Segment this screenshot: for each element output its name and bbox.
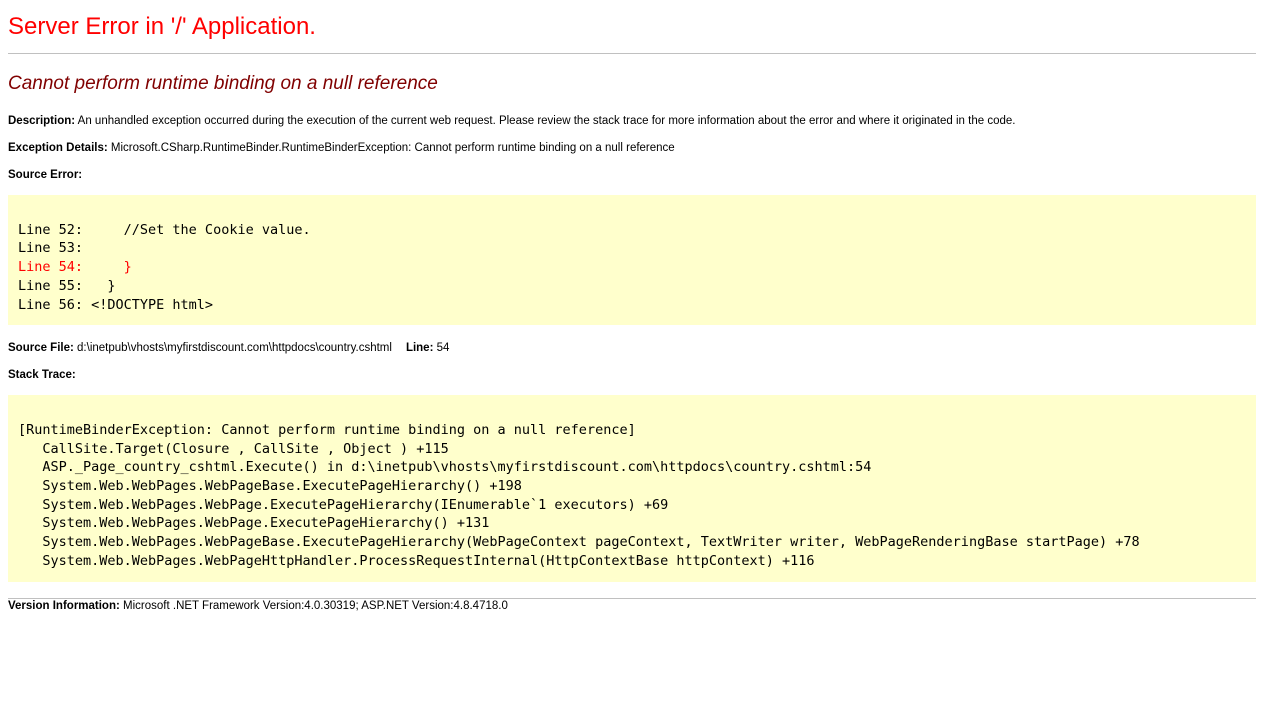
source-file-path: d:\inetpub\vhosts\myfirstdiscount.com\ht…	[77, 342, 392, 354]
stack-trace-heading: Stack Trace:	[8, 368, 1256, 382]
code-line: System.Web.WebPages.WebPage.ExecutePageH…	[18, 514, 1249, 533]
source-error-label: Source Error:	[8, 169, 82, 181]
stack-trace-box: [RuntimeBinderException: Cannot perform …	[8, 395, 1256, 581]
code-line: Line 52: //Set the Cookie value.	[18, 221, 1249, 240]
code-line: Line 56: <!DOCTYPE html>	[18, 296, 1249, 315]
code-line: System.Web.WebPages.WebPageBase.ExecuteP…	[18, 533, 1249, 552]
exception-details-line: Exception Details: Microsoft.CSharp.Runt…	[8, 141, 1256, 155]
exception-details-label: Exception Details:	[8, 142, 108, 154]
source-file-line: Source File: d:\inetpub\vhosts\myfirstdi…	[8, 341, 1256, 355]
stack-trace-code: [RuntimeBinderException: Cannot perform …	[8, 395, 1256, 581]
code-line: CallSite.Target(Closure , CallSite , Obj…	[18, 440, 1249, 459]
line-number-label: Line:	[406, 342, 433, 354]
description-text: An unhandled exception occurred during t…	[78, 115, 1016, 127]
line-number-value: 54	[437, 342, 450, 354]
source-error-code: Line 52: //Set the Cookie value.Line 53:…	[8, 195, 1256, 325]
code-line: ASP._Page_country_cshtml.Execute() in d:…	[18, 458, 1249, 477]
error-message: Cannot perform runtime binding on a null…	[8, 73, 1256, 95]
code-line: Line 53:	[18, 239, 1249, 258]
source-error-box: Line 52: //Set the Cookie value.Line 53:…	[8, 195, 1256, 325]
description-label: Description:	[8, 115, 75, 127]
stack-trace-label: Stack Trace:	[8, 369, 76, 381]
code-line: Line 55: }	[18, 277, 1249, 296]
source-file-label: Source File:	[8, 342, 74, 354]
version-information-line: Version Information: Microsoft .NET Fram…	[8, 599, 1256, 613]
code-line: System.Web.WebPages.WebPage.ExecutePageH…	[18, 496, 1249, 515]
version-information-text: Microsoft .NET Framework Version:4.0.303…	[123, 600, 508, 612]
title-divider	[8, 53, 1256, 54]
code-line: System.Web.WebPages.WebPageHttpHandler.P…	[18, 552, 1249, 571]
code-line: System.Web.WebPages.WebPageBase.ExecuteP…	[18, 477, 1249, 496]
page-title: Server Error in '/' Application.	[8, 13, 1256, 41]
version-information-label: Version Information:	[8, 600, 120, 612]
exception-details-text: Microsoft.CSharp.RuntimeBinder.RuntimeBi…	[111, 142, 675, 154]
description-line: Description: An unhandled exception occu…	[8, 114, 1256, 128]
source-error-heading: Source Error:	[8, 168, 1256, 182]
code-line: [RuntimeBinderException: Cannot perform …	[18, 421, 1249, 440]
code-line: Line 54: }	[18, 258, 1249, 277]
